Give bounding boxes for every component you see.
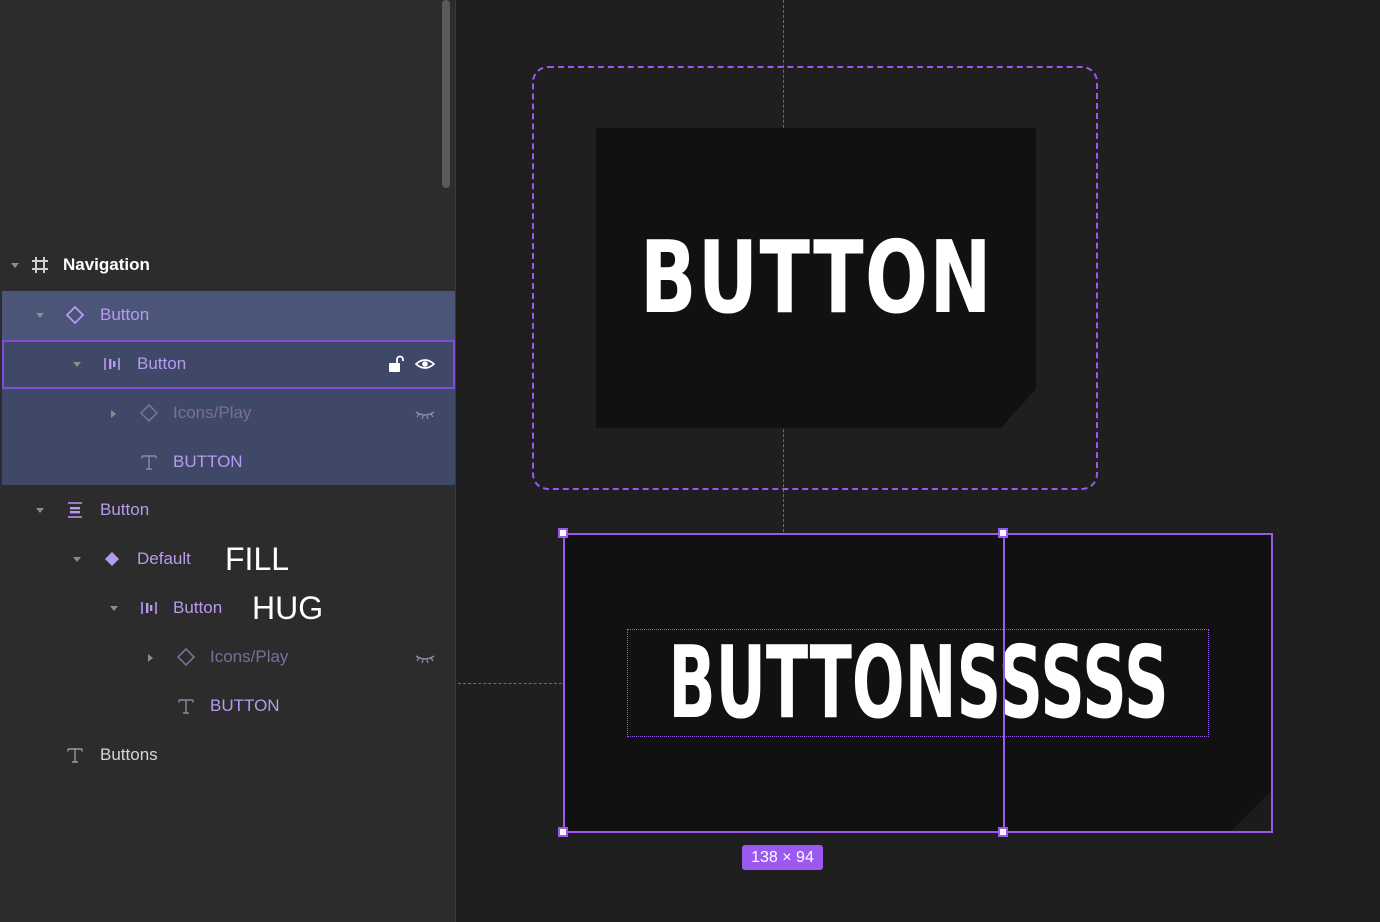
- text-icon: [176, 696, 196, 716]
- selection-divider-line: [1003, 533, 1005, 833]
- collapse-caret-icon[interactable]: [35, 506, 45, 516]
- component-button[interactable]: BUTTON: [596, 128, 1036, 428]
- expand-caret-icon[interactable]: [146, 653, 156, 663]
- layer-label: Button: [137, 354, 187, 373]
- layer-row-icons-play[interactable]: Icons/Play: [2, 389, 455, 438]
- layer-label: BUTTON: [173, 452, 243, 471]
- collapse-caret-icon[interactable]: [72, 360, 82, 370]
- layer-row-button-text-nested[interactable]: BUTTON: [2, 682, 455, 731]
- frame-icon: [30, 255, 50, 275]
- text-icon: [65, 745, 85, 765]
- expand-caret-icon[interactable]: [109, 409, 119, 419]
- layer-label: Navigation: [63, 255, 150, 274]
- layers-panel: Navigation Button Button Icons/Play BUTT…: [0, 0, 456, 922]
- annotation-fill: FILL: [225, 541, 290, 577]
- layer-label: Button: [173, 598, 223, 617]
- layer-label: Buttons: [100, 745, 158, 764]
- layer-row-buttons-text[interactable]: Buttons: [2, 731, 455, 780]
- layer-row-button-nested[interactable]: Button: [2, 584, 455, 633]
- button-text-layer-bounds[interactable]: BUTTONSSSSS: [627, 629, 1209, 737]
- resize-handle-bottom-middle[interactable]: [998, 827, 1008, 837]
- layer-row-icons-play-nested[interactable]: Icons/Play: [2, 633, 455, 682]
- eye-closed-icon[interactable]: [415, 647, 435, 667]
- layer-label: Default: [137, 549, 191, 568]
- alignment-guide-horizontal: [458, 683, 562, 684]
- resize-handle-bottom-left[interactable]: [558, 827, 568, 837]
- auto-layout-horizontal-icon: [102, 354, 122, 374]
- layer-row-button-autolayout[interactable]: Button: [2, 340, 455, 389]
- eye-icon[interactable]: [415, 354, 435, 374]
- variant-icon: [102, 549, 122, 569]
- annotation-hug: HUG: [252, 590, 324, 626]
- resize-handle-top-left[interactable]: [558, 528, 568, 538]
- collapse-caret-icon[interactable]: [10, 261, 20, 271]
- auto-layout-vertical-icon: [65, 500, 85, 520]
- corner-notch: [1231, 791, 1271, 831]
- auto-layout-horizontal-icon: [139, 598, 159, 618]
- layer-row-button-vertical[interactable]: Button: [2, 486, 455, 535]
- unlock-icon[interactable]: [386, 354, 406, 374]
- layer-label: Icons/Play: [173, 403, 252, 422]
- layer-row-navigation[interactable]: Navigation: [2, 241, 455, 290]
- text-icon: [139, 452, 159, 472]
- layer-row-button-component[interactable]: Button: [2, 291, 455, 340]
- eye-closed-icon[interactable]: [415, 403, 435, 423]
- instance-icon: [176, 647, 196, 667]
- collapse-caret-icon[interactable]: [35, 311, 45, 321]
- size-badge: 138 × 94: [742, 845, 823, 870]
- instance-icon: [139, 403, 159, 423]
- collapse-caret-icon[interactable]: [72, 555, 82, 565]
- layer-label: Button: [100, 305, 150, 324]
- layer-row-button-text[interactable]: BUTTON: [2, 438, 455, 485]
- component-icon: [65, 305, 85, 325]
- resize-handle-top-middle[interactable]: [998, 528, 1008, 538]
- layers-scrollbar[interactable]: [442, 0, 450, 188]
- layer-label: BUTTON: [210, 696, 280, 715]
- collapse-caret-icon[interactable]: [109, 604, 119, 614]
- layer-label: Button: [100, 500, 150, 519]
- layer-label: Icons/Play: [210, 647, 289, 666]
- instance-button-label: BUTTONSSSSS: [667, 629, 1169, 737]
- component-button-label: BUTTON: [639, 219, 993, 336]
